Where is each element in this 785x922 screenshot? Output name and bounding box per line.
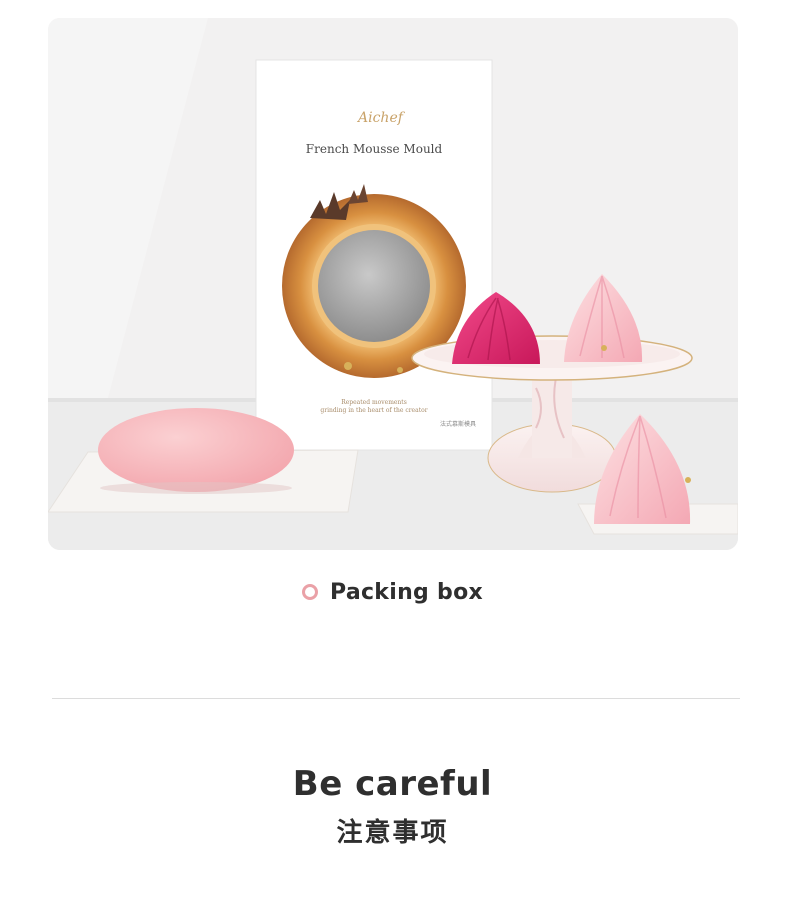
box-zh-label: 法式慕斯模具 <box>440 420 476 428</box>
section-divider <box>52 698 740 699</box>
notice-title-en: Be careful <box>292 764 493 804</box>
notice-title-zh: 注意事项 <box>336 818 449 848</box>
box-tagline-1: Repeated movements <box>341 399 407 406</box>
product-photo: Aichef French Mousse Mould Repeated move… <box>48 18 738 550</box>
mousse-scene-illustration: Aichef French Mousse Mould Repeated move… <box>48 18 738 550</box>
circle-bullet-icon <box>301 584 318 600</box>
box-title-text: French Mousse Mould <box>306 142 443 156</box>
photo-caption: Packing box <box>0 574 785 610</box>
box-tagline-2: grinding in the heart of the creator <box>320 407 427 414</box>
box-brand-text: Aichef <box>356 110 406 126</box>
caption-text: Packing box <box>329 579 483 605</box>
